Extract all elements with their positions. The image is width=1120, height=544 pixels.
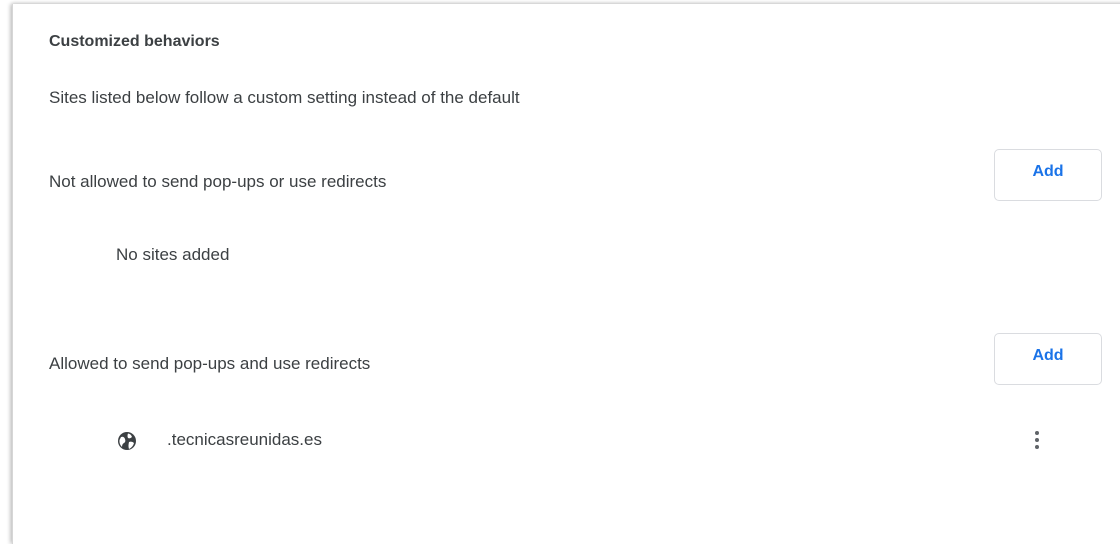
allowed-add-button[interactable]: Add bbox=[994, 333, 1102, 385]
blocked-category-label: Not allowed to send pop-ups or use redir… bbox=[49, 172, 387, 191]
allowed-site-row[interactable]: .tecnicasreunidas.es bbox=[113, 424, 1083, 460]
allowed-category-label: Allowed to send pop-ups and use redirect… bbox=[49, 354, 371, 373]
menu-dot bbox=[1035, 431, 1039, 435]
menu-dot bbox=[1035, 438, 1039, 442]
blocked-add-button[interactable]: Add bbox=[994, 149, 1102, 201]
more-actions-icon[interactable] bbox=[1028, 427, 1046, 457]
globe-icon bbox=[118, 432, 136, 450]
menu-dot bbox=[1035, 445, 1039, 449]
site-name: .tecnicasreunidas.es bbox=[167, 430, 322, 449]
settings-card: Customized behaviors Sites listed below … bbox=[12, 4, 1120, 544]
section-description: Sites listed below follow a custom setti… bbox=[49, 88, 520, 107]
blocked-empty-text: No sites added bbox=[116, 245, 230, 264]
section-title: Customized behaviors bbox=[49, 33, 220, 50]
